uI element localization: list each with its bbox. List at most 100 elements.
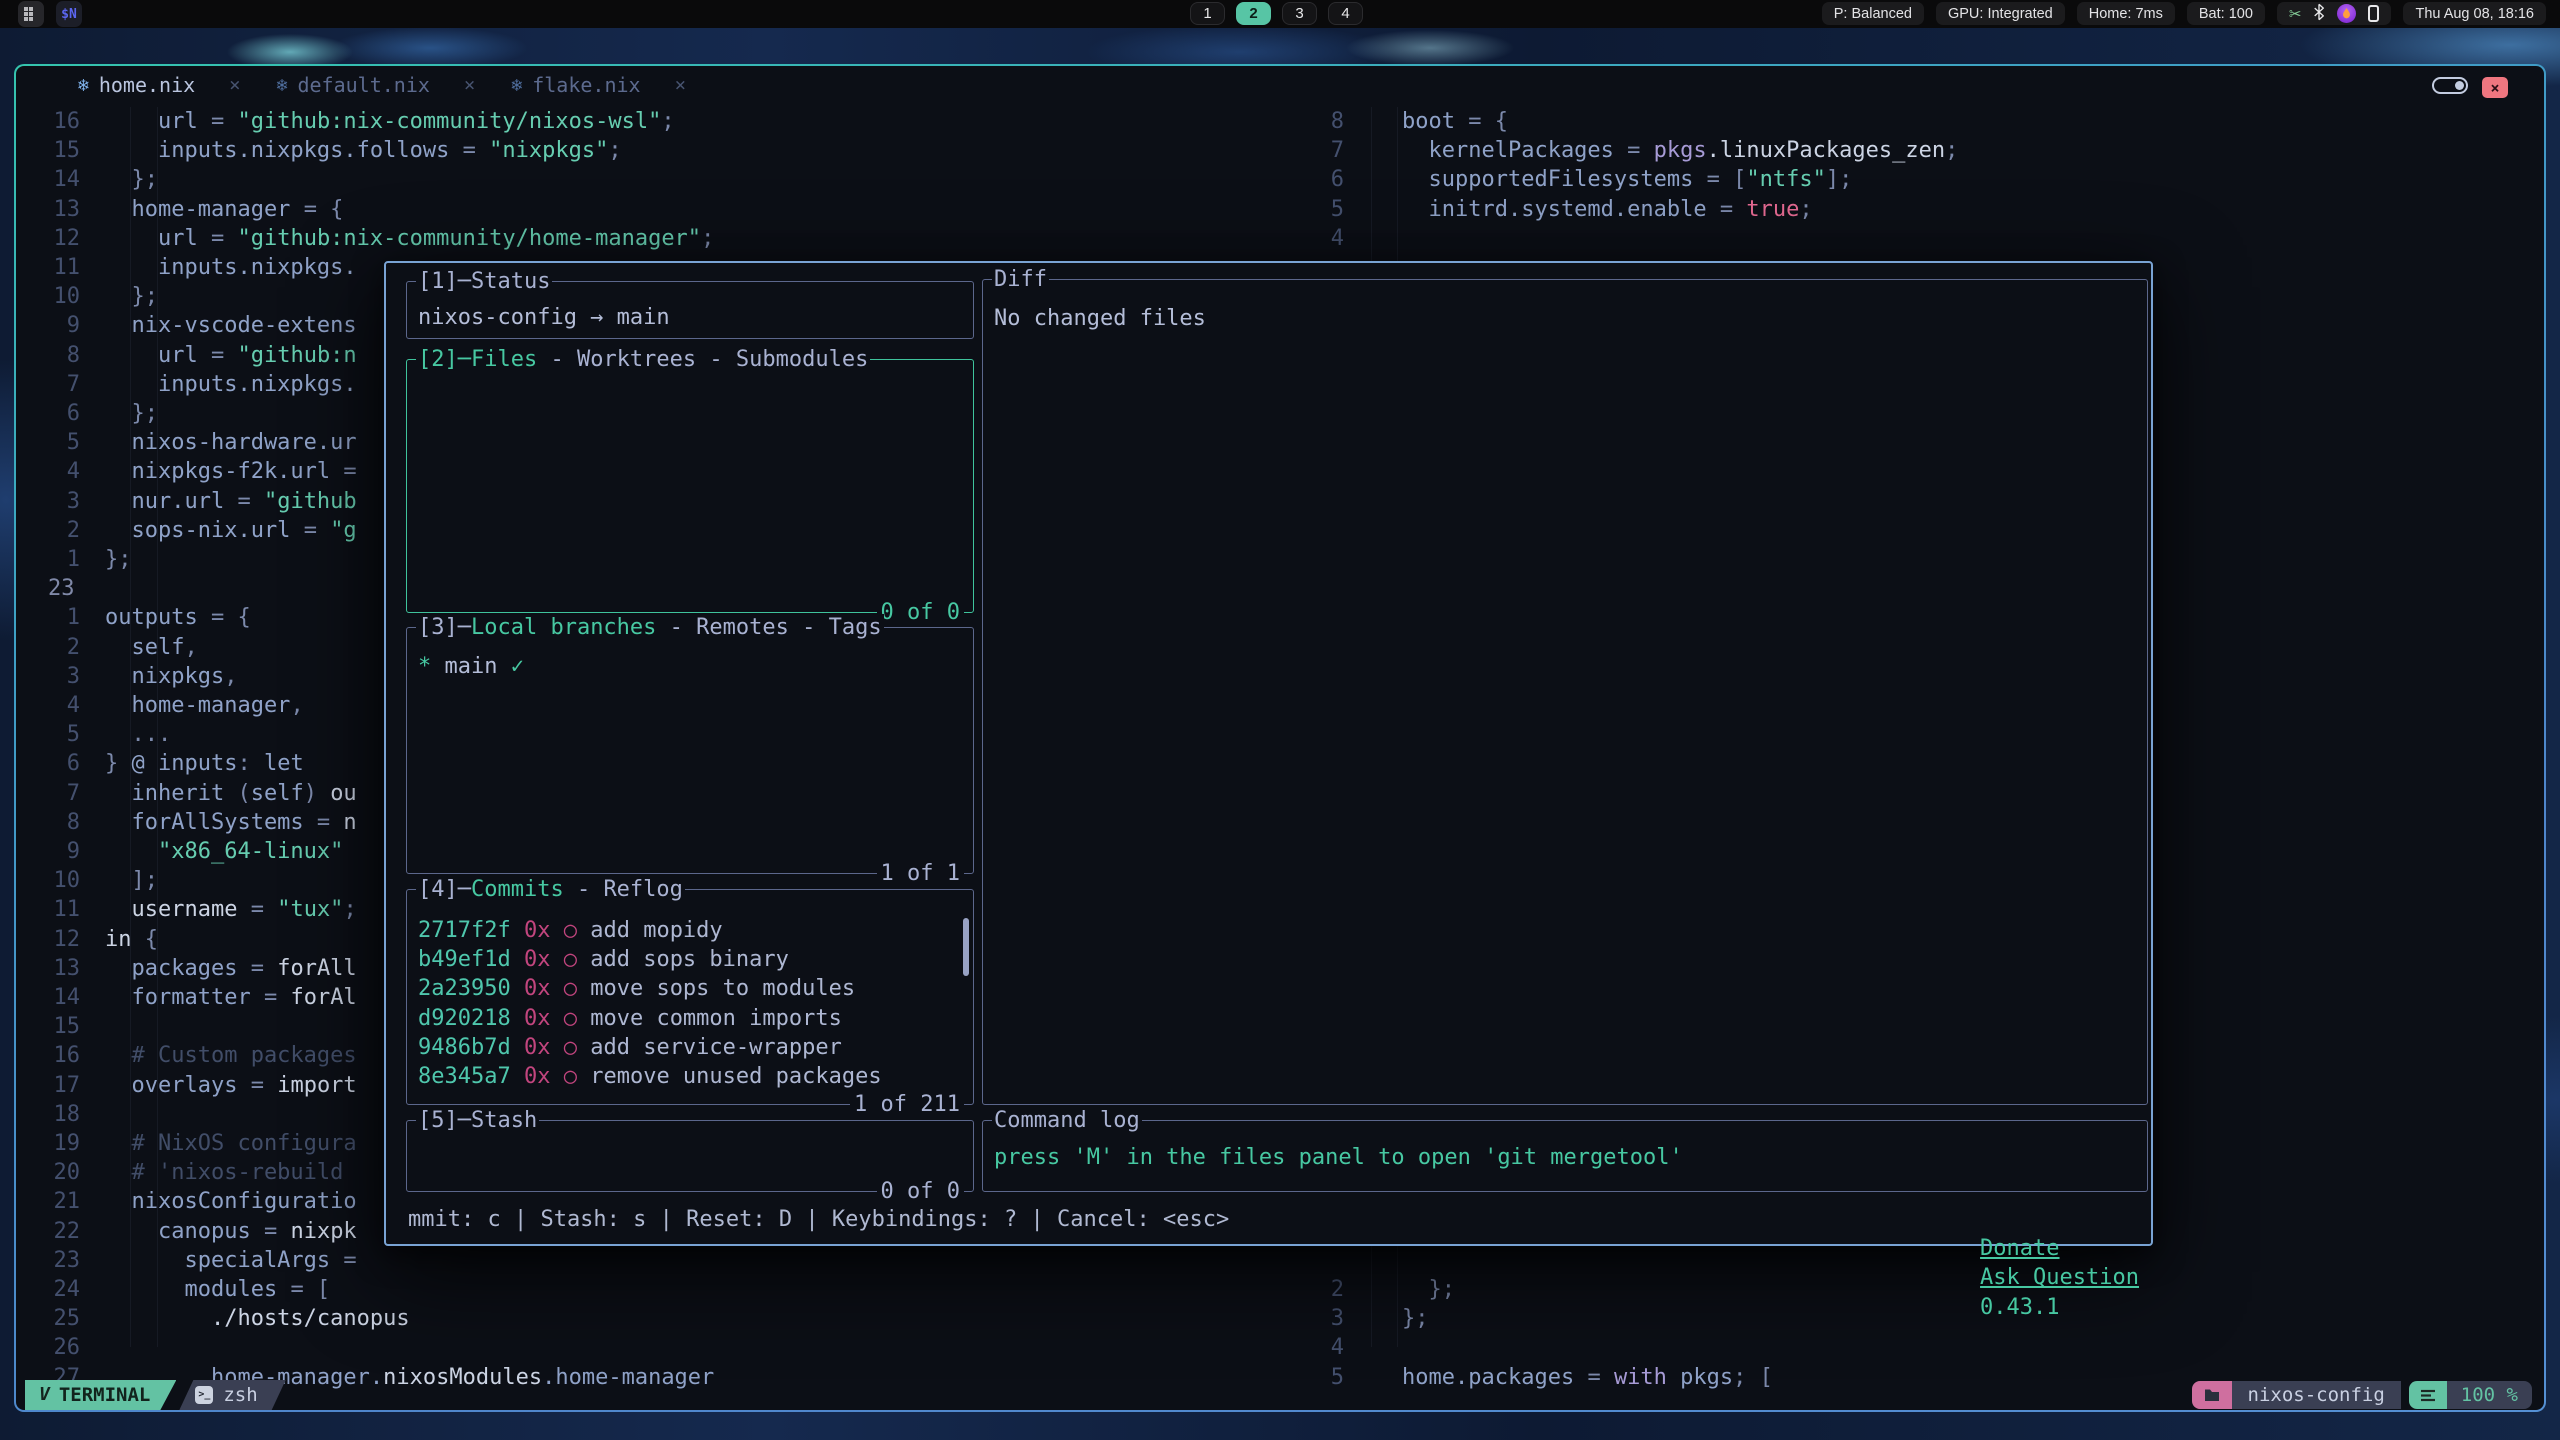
commit-row[interactable]: 9486b7d 0x ○ add service-wrapper — [407, 1033, 973, 1062]
bluetooth-icon[interactable] — [2313, 3, 2325, 25]
files-panel-tab[interactable]: Files — [471, 347, 537, 372]
line-number: 2 — [1316, 1275, 1344, 1304]
line-number: 4 — [1316, 1333, 1344, 1362]
code-line: 4 — [1316, 224, 1402, 253]
workspace-button-1[interactable]: 1 — [1190, 2, 1225, 25]
lazygit-floating-pane: [1]─Status nixos-config → main [2]─Files… — [384, 261, 2153, 1246]
branches-panel-tab[interactable]: Local branches — [471, 615, 656, 640]
files-panel-label: [2]─ — [418, 347, 471, 372]
ping-pill: Home: 7ms — [2077, 2, 2175, 25]
code-line: 5 initrd.systemd.enable = true; — [1316, 195, 1813, 224]
power-profile-pill: P: Balanced — [1822, 2, 1924, 25]
code-line: 7 kernelPackages = pkgs.linuxPackages_ze… — [1316, 136, 1958, 165]
tab-flake.nix[interactable]: ❄ flake.nix × — [511, 73, 686, 97]
top-status-bar: $N 1234 P: Balanced GPU: Integrated Home… — [0, 0, 2560, 28]
files-panel-tabs[interactable]: - Worktrees - Submodules — [537, 347, 868, 372]
lazygit-version: 0.43.1 — [1980, 1295, 2059, 1320]
shell-segment[interactable]: >_ zsh — [179, 1380, 285, 1410]
zellij-status-bar: V TERMINAL >_ zsh nixos-config 100 % — [16, 1380, 2544, 1410]
commit-row[interactable]: b49ef1d 0x ○ add sops binary — [407, 945, 973, 974]
folder-icon — [2204, 1388, 2220, 1402]
line-number: 3 — [1316, 1304, 1344, 1333]
branches-panel-tabs[interactable]: - Remotes - Tags — [656, 615, 881, 640]
mode-label: TERMINAL — [59, 1380, 151, 1410]
tab-default.nix[interactable]: ❄ default.nix × — [277, 73, 476, 97]
scroll-segment-icon — [2409, 1381, 2447, 1409]
clock-pill: Thu Aug 08, 18:16 — [2403, 2, 2546, 25]
terminal-prompt-icon: >_ — [195, 1386, 213, 1404]
tab-label: default.nix — [297, 73, 429, 97]
phone-icon[interactable] — [2368, 5, 2379, 22]
donate-link[interactable]: Donate — [1980, 1236, 2059, 1261]
stash-panel-title: Stash — [471, 1108, 537, 1133]
lazygit-branches-panel[interactable]: [3]─Local branches - Remotes - Tags * ma… — [406, 627, 974, 874]
terminal-window: ❄home.nix×❄default.nix×❄flake.nix× × 16 … — [14, 64, 2546, 1412]
commits-panel-tabs[interactable]: - Reflog — [564, 877, 683, 902]
dollar-n-app-icon[interactable]: $N — [56, 1, 82, 27]
commits-scrollbar[interactable] — [963, 918, 969, 976]
window-close-button[interactable]: × — [2482, 77, 2508, 98]
lines-icon — [2420, 1389, 2436, 1402]
diff-panel-title: Diff — [994, 267, 1047, 292]
command-log-title: Command log — [994, 1108, 1140, 1133]
workspace-button-2[interactable]: 2 — [1236, 2, 1271, 25]
commits-panel-label: [4]─ — [418, 877, 471, 902]
tab-label: home.nix — [99, 73, 195, 97]
nix-snowflake-icon: ❄ — [78, 75, 89, 96]
line-number: 7 — [1316, 136, 1344, 165]
commit-row[interactable]: 8e345a7 0x ○ remove unused packages — [407, 1062, 973, 1091]
workspace-button-4[interactable]: 4 — [1328, 2, 1363, 25]
nix-snowflake-icon: ❄ — [277, 75, 288, 96]
branches-count: 1 of 1 — [877, 860, 964, 887]
float-toggle[interactable] — [2432, 77, 2468, 94]
lazygit-files-panel[interactable]: [2]─Files - Worktrees - Submodules 0 of … — [406, 359, 974, 613]
ask-question-link[interactable]: Ask Question — [1980, 1265, 2139, 1290]
nix-snowflake-icon: ❄ — [511, 75, 522, 96]
command-log-content: press 'M' in the files panel to open 'gi… — [983, 1121, 2147, 1170]
lazygit-stash-panel[interactable]: [5]─Stash 0 of 0 — [406, 1120, 974, 1192]
lazygit-command-log-panel[interactable]: Command log press 'M' in the files panel… — [982, 1120, 2148, 1192]
commit-list: 2717f2f 0x ○ add mopidyb49ef1d 0x ○ add … — [407, 890, 973, 1091]
commits-count: 1 of 211 — [850, 1091, 964, 1118]
battery-pill: Bat: 100 — [2187, 2, 2265, 25]
stash-count: 0 of 0 — [877, 1178, 964, 1205]
workspace-button-3[interactable]: 3 — [1282, 2, 1317, 25]
status-panel-title: Status — [471, 269, 550, 294]
commits-panel-tab[interactable]: Commits — [471, 877, 564, 902]
lazygit-commits-panel[interactable]: [4]─Commits - Reflog 2717f2f 0x ○ add mo… — [406, 889, 974, 1105]
vim-mode-icon: V — [39, 1380, 50, 1410]
mode-segment: V TERMINAL — [25, 1380, 176, 1410]
tab-close-icon[interactable]: × — [675, 74, 686, 96]
code-line: 8boot = { — [1316, 107, 1508, 136]
repo-name-segment: nixos-config — [2232, 1381, 2401, 1409]
apps-grid-icon[interactable] — [18, 1, 44, 27]
folder-segment — [2192, 1381, 2232, 1409]
lazygit-diff-panel[interactable]: Diff No changed files — [982, 279, 2148, 1105]
code-line: 6 supportedFilesystems = ["ntfs"]; — [1316, 165, 1852, 194]
tab-label: flake.nix — [532, 73, 640, 97]
diff-content: No changed files — [983, 280, 2147, 331]
commit-row[interactable]: 2a23950 0x ○ move sops to modules — [407, 974, 973, 1003]
editor-tab-bar: ❄ home.nix × ❄ default.nix × ❄ flake.nix × — [16, 66, 2544, 104]
scroll-percentage: 100 % — [2447, 1381, 2532, 1409]
flame-app-icon[interactable] — [2337, 4, 2356, 23]
gpu-pill: GPU: Integrated — [1936, 2, 2065, 25]
branches-panel-label: [3]─ — [418, 615, 471, 640]
code-line: 4 — [1316, 1333, 1402, 1362]
status-panel-label: [1]─ — [418, 269, 471, 294]
lazygit-status-panel[interactable]: [1]─Status nixos-config → main — [406, 281, 974, 339]
scissors-icon[interactable]: ✂ — [2289, 5, 2302, 23]
shell-label: zsh — [223, 1380, 257, 1410]
line-number: 4 — [1316, 224, 1344, 253]
line-number: 6 — [1316, 165, 1344, 194]
workspace-switcher: 1234 — [1190, 2, 1363, 25]
commit-row[interactable]: 2717f2f 0x ○ add mopidy — [407, 916, 973, 945]
code-line: 3}; — [1316, 1304, 1429, 1333]
tab-close-icon[interactable]: × — [229, 74, 240, 96]
line-number: 5 — [1316, 195, 1344, 224]
tab-close-icon[interactable]: × — [464, 74, 475, 96]
line-number: 8 — [1316, 107, 1344, 136]
tab-home.nix[interactable]: ❄ home.nix × — [78, 73, 241, 97]
files-count: 0 of 0 — [877, 599, 964, 626]
commit-row[interactable]: d920218 0x ○ move common imports — [407, 1004, 973, 1033]
